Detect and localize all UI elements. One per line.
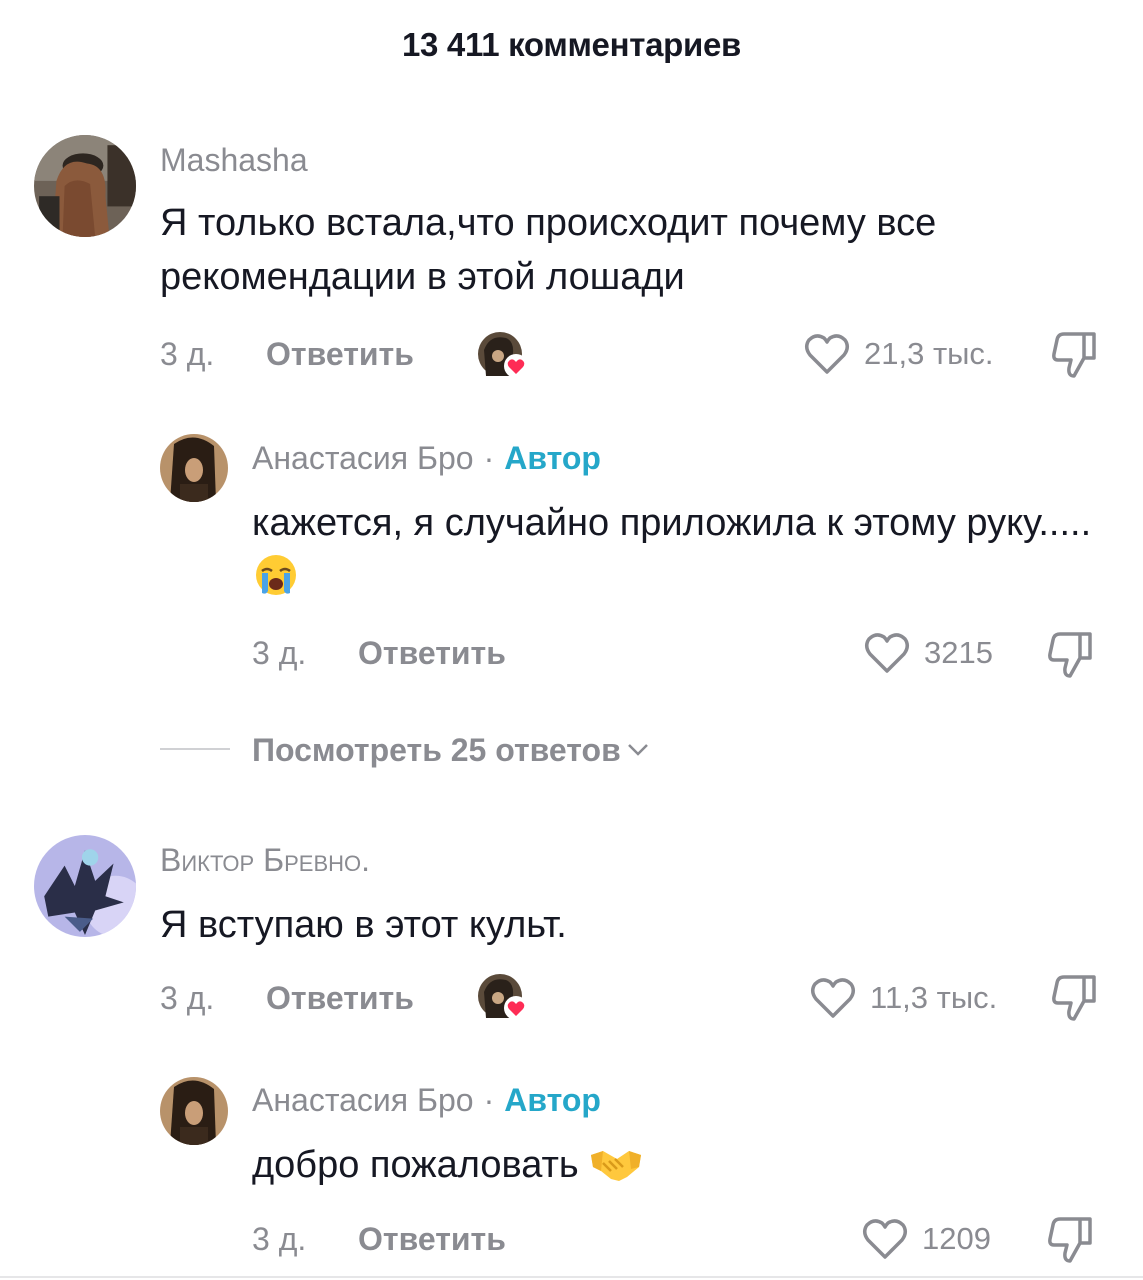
comment-time: 3 д. xyxy=(252,1221,307,1257)
like-count: 1209 xyxy=(922,1221,991,1256)
heart-outline-icon[interactable] xyxy=(862,1218,908,1260)
chevron-down-icon[interactable] xyxy=(627,728,649,756)
avatar-image-mashasha xyxy=(34,135,136,237)
author-badge: Автор xyxy=(504,440,601,476)
reply-button[interactable]: Ответить xyxy=(358,1221,506,1258)
comment-text-body: добро пожаловать xyxy=(252,1144,579,1186)
liked-by-creator-badge xyxy=(476,972,530,1022)
comment-text: кажется, я случайно приложила к этому ру… xyxy=(252,496,1092,604)
dislike-icon[interactable] xyxy=(1046,630,1094,680)
avatar[interactable] xyxy=(34,135,136,237)
reply-button[interactable]: Ответить xyxy=(266,336,414,373)
comment-text-body: кажется, я случайно приложила к этому ру… xyxy=(252,502,1092,544)
comment-text: Я только встала,что происходит почему вс… xyxy=(160,202,937,298)
like-count: 3215 xyxy=(924,635,993,670)
avatar-image-author xyxy=(160,1077,228,1145)
reply-button[interactable]: Ответить xyxy=(266,980,414,1017)
dislike-icon[interactable] xyxy=(1050,973,1098,1023)
comment-text: добро пожаловать xyxy=(252,1138,1092,1192)
handshake-emoji xyxy=(589,1141,643,1185)
comment-time: 3 д. xyxy=(160,336,215,372)
avatar[interactable] xyxy=(160,1077,228,1145)
comment-username[interactable]: Mashasha xyxy=(160,142,308,179)
comments-count-title: 13 411 комментариев xyxy=(401,26,742,63)
view-replies-label[interactable]: Посмотреть 25 ответов xyxy=(252,732,621,768)
bottom-divider xyxy=(0,1276,1143,1278)
heart-outline-icon[interactable] xyxy=(804,333,850,375)
dislike-icon[interactable] xyxy=(1050,330,1098,380)
comment-text: Я вступаю в этот культ. xyxy=(160,904,567,946)
liked-by-creator-badge xyxy=(476,330,530,380)
comment-username[interactable]: Анастасия Бро · Автор xyxy=(252,1082,601,1119)
like-count: 11,3 тыс. xyxy=(870,980,998,1015)
heart-outline-icon[interactable] xyxy=(864,632,910,674)
reply-button[interactable]: Ответить xyxy=(358,635,506,672)
avatar[interactable] xyxy=(160,434,228,502)
view-replies-divider xyxy=(160,748,230,750)
loudly-crying-face-emoji xyxy=(252,553,300,597)
view-replies-button[interactable]: Посмотреть 25 ответов xyxy=(252,728,649,769)
dislike-icon[interactable] xyxy=(1046,1215,1094,1265)
heart-outline-icon[interactable] xyxy=(810,977,856,1019)
avatar-image-author xyxy=(160,434,228,502)
avatar[interactable] xyxy=(34,835,136,937)
comment-time: 3 д. xyxy=(160,980,215,1016)
author-badge: Автор xyxy=(504,1082,601,1118)
author-name[interactable]: Анастасия Бро xyxy=(252,440,474,476)
comment-username[interactable]: Анастасия Бро · Автор xyxy=(252,440,601,477)
comment-username[interactable]: Виктор Бревно. xyxy=(160,842,370,879)
separator-dot: · xyxy=(483,440,495,476)
separator-dot: · xyxy=(483,1082,495,1118)
comment-time: 3 д. xyxy=(252,635,307,671)
author-name[interactable]: Анастасия Бро xyxy=(252,1082,474,1118)
avatar-image-viktor xyxy=(34,835,136,937)
like-count: 21,3 тыс. xyxy=(864,336,994,371)
